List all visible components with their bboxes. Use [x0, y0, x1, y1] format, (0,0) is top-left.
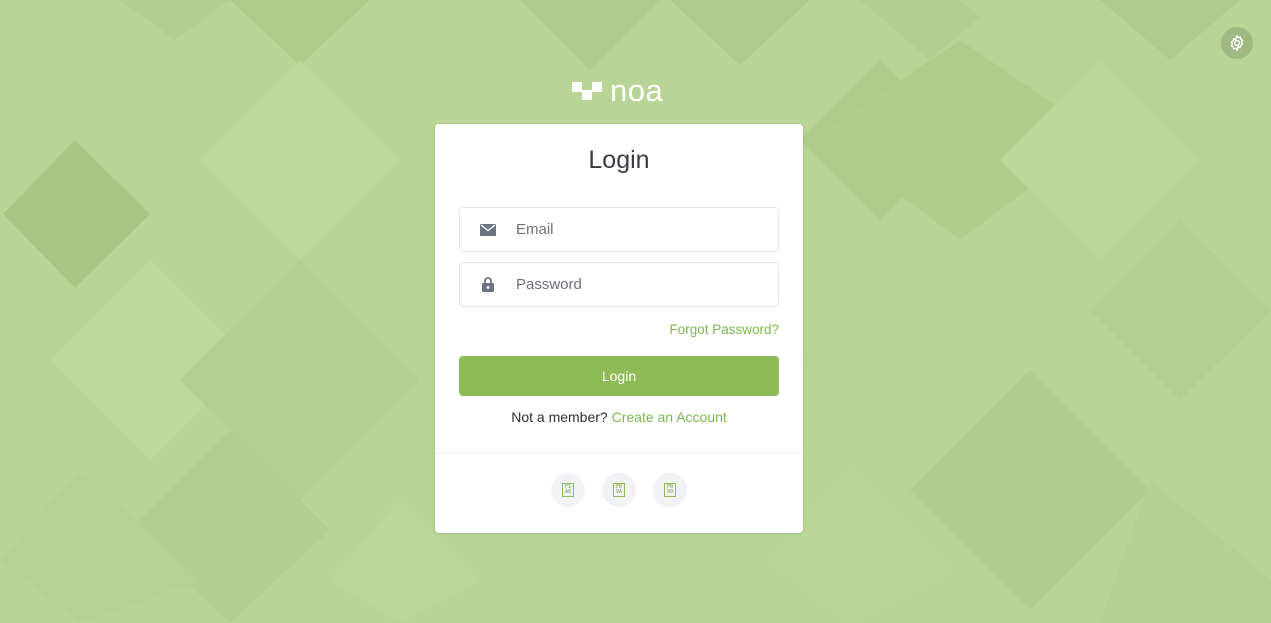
password-field — [459, 262, 779, 307]
settings-button[interactable] — [1221, 27, 1253, 59]
login-title: Login — [588, 146, 650, 174]
missing-glyph-icon: F0 9A — [613, 483, 625, 497]
social-button-1[interactable]: F1 A0 — [551, 473, 585, 507]
email-input[interactable] — [514, 209, 778, 250]
brand-logo[interactable]: noa — [572, 74, 663, 108]
logo-mark-icon — [572, 82, 602, 100]
gear-icon — [1230, 34, 1244, 52]
divider — [435, 452, 803, 453]
password-input[interactable] — [514, 264, 778, 305]
forgot-password-link[interactable]: Forgot Password? — [669, 322, 779, 337]
envelope-icon — [480, 222, 496, 238]
social-button-2[interactable]: F0 9A — [602, 473, 636, 507]
social-button-3[interactable]: F0 99 — [653, 473, 687, 507]
member-text: Not a member? — [511, 409, 608, 425]
create-account-link[interactable]: Create an Account — [612, 409, 727, 425]
email-field — [459, 207, 779, 252]
login-card: Login Forgot Password? Login Not a membe… — [435, 124, 803, 533]
lock-icon — [480, 277, 496, 293]
missing-glyph-icon: F0 99 — [664, 483, 676, 497]
signup-prompt: Not a member? Create an Account — [435, 409, 803, 425]
logo-text: noa — [610, 73, 664, 108]
missing-glyph-icon: F1 A0 — [562, 483, 574, 497]
social-login-buttons: F1 A0 F0 9A F0 99 — [435, 473, 803, 507]
login-button[interactable]: Login — [459, 356, 779, 396]
